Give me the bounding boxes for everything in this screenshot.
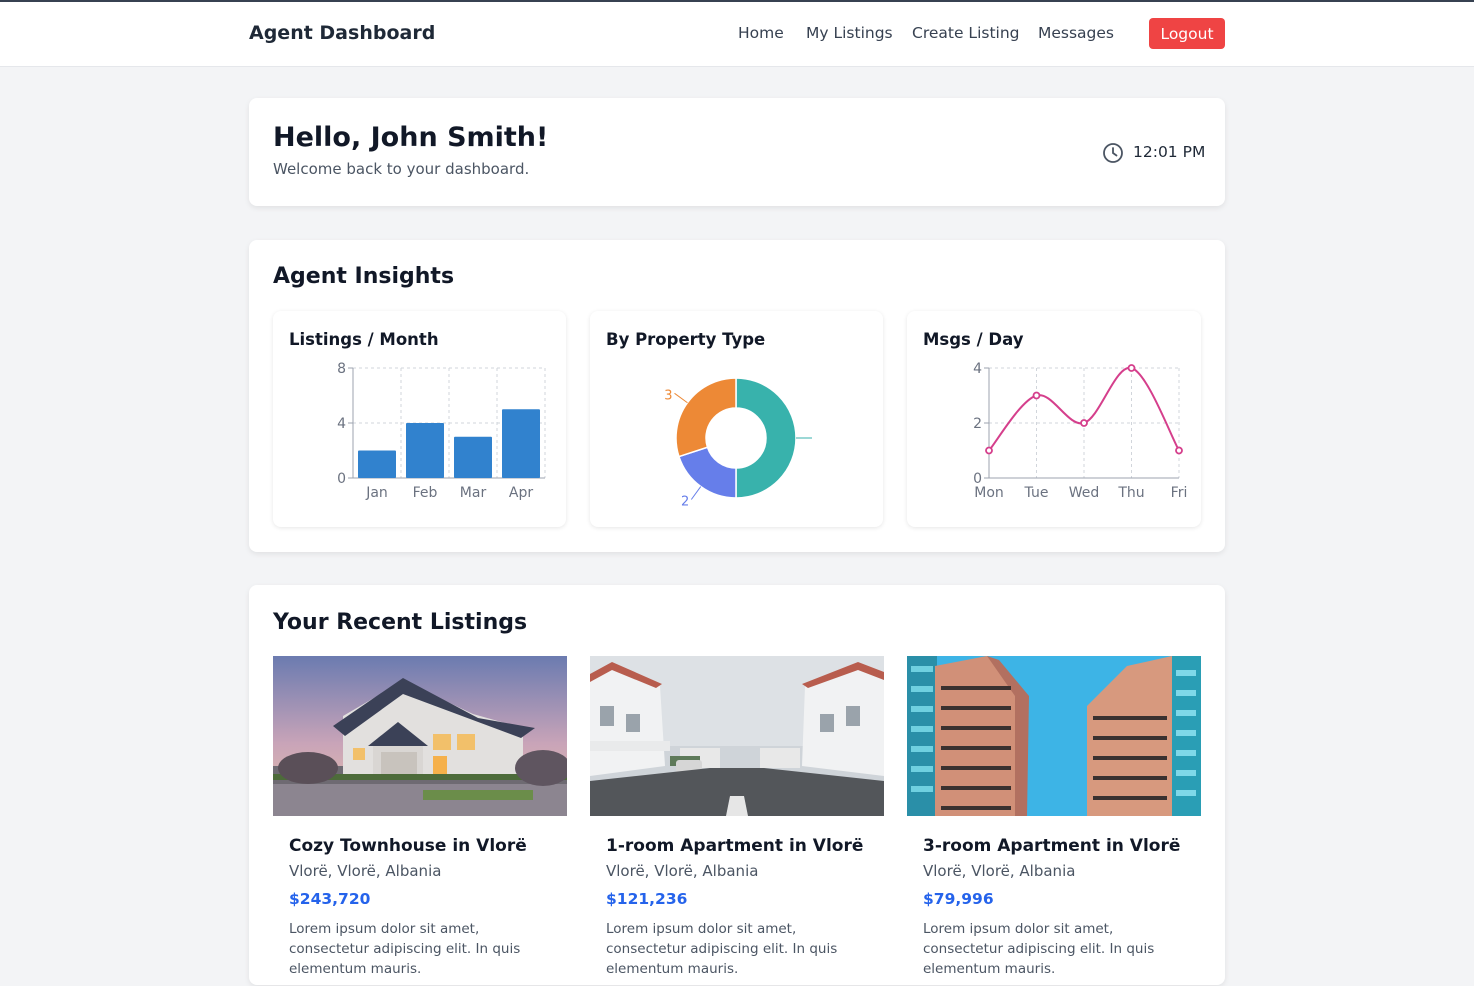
line-point	[1032, 391, 1041, 400]
donut-slice-1	[735, 377, 797, 499]
insights-title: Agent Insights	[273, 264, 455, 289]
bar-apr	[502, 409, 540, 478]
line-chart: 024Mon Tue Wed Thu Fri	[973, 361, 1188, 501]
x-tick-label: Fri	[1171, 485, 1188, 501]
listing-location: Vlorë, Vlorë, Albania	[289, 862, 442, 880]
listing-description: Lorem ipsum dolor sit amet, consectetur …	[923, 921, 1155, 977]
line-point	[985, 446, 993, 455]
logout-button[interactable]: Logout	[1149, 18, 1225, 49]
navbar: Agent Dashboard Home My Listings Create …	[0, 2, 1474, 67]
donut-chart: 23	[664, 377, 812, 509]
listing-title[interactable]: Cozy Townhouse in Vlorë	[289, 836, 527, 856]
x-tick-label: Thu	[1117, 485, 1144, 501]
greeting-subtitle: Welcome back to your dashboard.	[273, 160, 530, 178]
bar-feb	[406, 423, 444, 478]
line-point	[1127, 364, 1136, 372]
x-tick-label: Tue	[1024, 485, 1049, 501]
bar-mar	[454, 436, 492, 478]
donut-slice-2	[677, 446, 737, 499]
slice-label: 3	[664, 388, 672, 403]
bar-jan	[358, 450, 396, 478]
x-tick-label: Apr	[509, 485, 533, 501]
listing-location: Vlorë, Vlorë, Albania	[606, 862, 759, 880]
insights-card: Agent Insights Listings / Month 0 4 8 Jan Fe…	[249, 240, 1225, 552]
donut-slice-3	[675, 377, 737, 458]
recent-listings-title: Your Recent Listings	[273, 610, 528, 635]
listing-title[interactable]: 1-room Apartment in Vlorë	[606, 836, 863, 856]
slice-leader-line	[690, 486, 702, 500]
y-tick-label: 2	[973, 416, 982, 432]
listing-image-house[interactable]	[273, 656, 567, 816]
slice-label: 2	[681, 494, 689, 509]
chart-card-listings-month: Listings / Month 0 4 8 Jan Feb Mar Apr	[273, 311, 566, 527]
x-tick-label: Wed	[1069, 485, 1100, 501]
y-tick-label: 8	[337, 361, 346, 377]
x-tick-label: Jan	[365, 485, 388, 501]
welcome-card: Hello, John Smith! Welcome back to your …	[249, 98, 1225, 206]
listing-image-street[interactable]	[590, 656, 884, 816]
listing-title[interactable]: 3-room Apartment in Vlorë	[923, 836, 1180, 856]
brand-title[interactable]: Agent Dashboard	[249, 22, 435, 44]
listing-location: Vlorë, Vlorë, Albania	[923, 862, 1076, 880]
line-point	[1175, 446, 1183, 455]
current-time: 12:01 PM	[1133, 143, 1206, 161]
nav-link-my-listings[interactable]: My Listings	[806, 24, 893, 42]
listing-price: $243,720	[289, 890, 371, 908]
listing-card[interactable]: 3-room Apartment in Vlorë Vlorë, Vlorë, …	[907, 656, 1201, 986]
chart-card-msgs-day: Msgs / Day 0 2 4 Mon Tue Wed Thu Fri	[907, 311, 1201, 527]
nav-link-messages[interactable]: Messages	[1038, 24, 1114, 42]
slice-leader-line	[674, 392, 688, 404]
listing-description: Lorem ipsum dolor sit amet, consectetur …	[289, 921, 521, 977]
x-tick-label: Mon	[974, 485, 1004, 501]
y-tick-label: 4	[973, 361, 982, 377]
listing-image-towers[interactable]	[907, 656, 1201, 816]
line-point	[1080, 419, 1088, 427]
y-tick-label: 4	[337, 416, 346, 432]
clock-icon	[1103, 143, 1123, 163]
x-tick-label: Feb	[413, 485, 438, 501]
bar-chart: 0 4 8 Jan Feb Mar Apr	[337, 361, 546, 501]
y-tick-label: 0	[337, 471, 346, 487]
recent-listings-card: Your Recent Listings Cozy Townhouse in V…	[249, 585, 1225, 985]
listing-description: Lorem ipsum dolor sit amet, consectetur …	[606, 921, 838, 977]
listing-price: $79,996	[923, 890, 994, 908]
nav-link-home[interactable]: Home	[738, 24, 784, 42]
greeting-title: Hello, John Smith!	[273, 122, 549, 153]
listing-card[interactable]: 1-room Apartment in Vlorë Vlorë, Vlorë, …	[590, 656, 884, 986]
listing-price: $121,236	[606, 890, 688, 908]
chart-card-property-type: By Property Type 23	[590, 311, 883, 527]
nav-link-create-listing[interactable]: Create Listing	[912, 24, 1020, 42]
x-tick-label: Mar	[460, 485, 487, 501]
listing-card[interactable]: Cozy Townhouse in Vlorë Vlorë, Vlorë, Al…	[273, 656, 567, 986]
